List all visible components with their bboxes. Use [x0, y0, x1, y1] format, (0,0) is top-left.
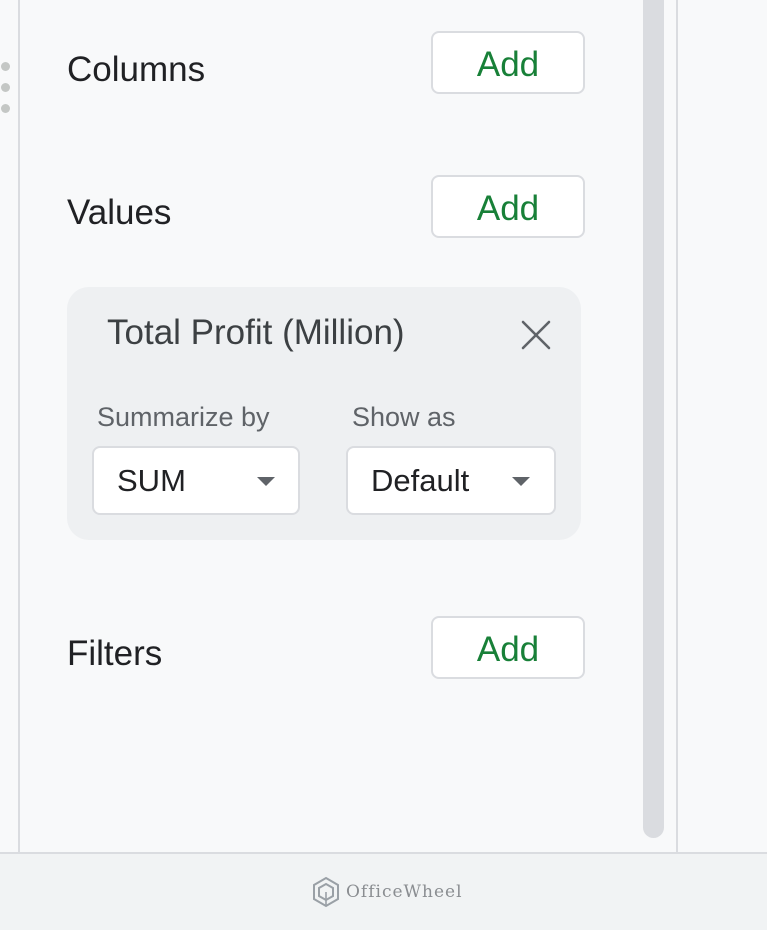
scrollbar-thumb[interactable] [643, 0, 664, 838]
close-icon[interactable] [519, 318, 553, 352]
chevron-down-icon [257, 477, 275, 486]
summarize-by-label: Summarize by [97, 402, 270, 432]
chevron-down-icon [512, 477, 530, 486]
logo-text: OfficeWheel [346, 882, 463, 902]
officewheel-logo-icon [313, 876, 339, 908]
add-values-button[interactable]: Add [431, 175, 585, 238]
show-as-select[interactable]: Default [346, 446, 556, 515]
filters-label: Filters [67, 634, 163, 673]
show-as-value: Default [371, 463, 470, 498]
add-columns-button[interactable]: Add [431, 31, 585, 94]
summarize-by-value: SUM [117, 463, 186, 498]
side-area [678, 0, 767, 852]
summarize-by-select[interactable]: SUM [92, 446, 300, 515]
add-filters-button[interactable]: Add [431, 616, 585, 679]
values-label: Values [67, 193, 172, 232]
value-field-card: Total Profit (Million) Summarize by SUM … [67, 287, 581, 540]
drag-handle-icon[interactable] [0, 62, 12, 122]
pivot-table-editor-screen: Columns Add Values Add Total Profit (Mil… [0, 0, 767, 930]
sheet-edge [0, 0, 20, 852]
columns-label: Columns [67, 50, 206, 89]
show-as-label: Show as [352, 402, 456, 432]
officewheel-logo: OfficeWheel [310, 872, 462, 912]
value-field-title: Total Profit (Million) [107, 313, 405, 352]
